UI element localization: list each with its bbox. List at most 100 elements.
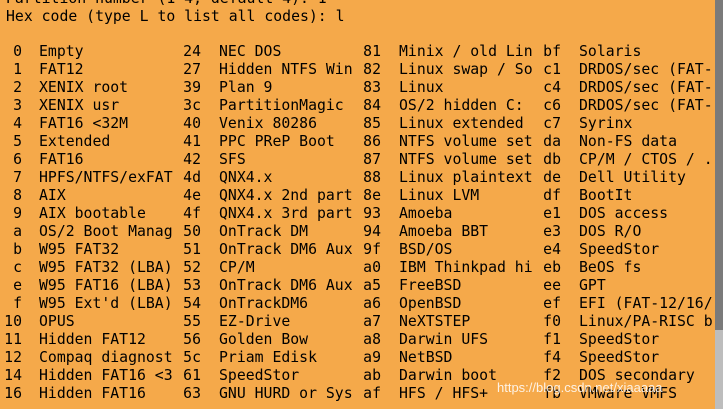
table-row: 9 AIX bootable 4f QNX4.x 3rd part 93 Amoeba e1… (0, 205, 723, 223)
partition-type-name: XENIX usr (39, 97, 120, 114)
partition-code: c7 (543, 115, 561, 132)
partition-type-name: Dell Utility (579, 169, 686, 186)
partition-type-name: W95 FAT16 (LBA) (39, 277, 173, 294)
partition-code: db (543, 151, 561, 168)
partition-code: 11 (4, 331, 22, 348)
table-row: b W95 FAT32 51 OnTrack DM6 Aux 9f BSD/OS e4 Spe… (0, 241, 723, 259)
partition-type-name: DOS access (579, 205, 669, 222)
partition-code: 40 (183, 115, 201, 132)
partition-type-name: Amoeba (399, 205, 453, 222)
table-row: 8 AIX 4e QNX4.x 2nd part 8e Linux LVM df BootIt (0, 187, 723, 205)
partition-type-name: CP/M (219, 259, 255, 276)
vertical-scrollbar[interactable] (715, 0, 723, 409)
partition-code: 3c (183, 97, 201, 114)
table-row: 12 Compaq diagnost 5c Priam Edisk a9 NetBSD f4… (0, 349, 723, 367)
partition-type-name: AIX bootable (39, 205, 146, 222)
partition-code: a (13, 223, 22, 240)
partition-type-name: GPT (579, 277, 606, 294)
partition-code: ef (543, 295, 561, 312)
partition-code: 61 (183, 367, 201, 384)
partition-type-name: Hidden FAT12 (39, 331, 146, 348)
partition-type-name: SFS (219, 151, 246, 168)
partition-type-name: OnTrack DM6 Aux (219, 241, 353, 258)
table-row: 4 FAT16 <32M 40 Venix 80286 85 Linux extended… (0, 115, 723, 133)
partition-code: 4e (183, 187, 201, 204)
partition-type-name: W95 FAT32 (39, 241, 120, 258)
partition-code: 39 (183, 79, 201, 96)
partition-type-name: Linux extended (399, 115, 524, 132)
partition-code: 7 (13, 169, 22, 186)
partition-type-name: FreeBSD (399, 277, 462, 294)
partition-code: c (13, 259, 22, 276)
partition-code: 4 (13, 115, 22, 132)
partition-type-name: EFI (FAT-12/16/ (579, 295, 713, 312)
partition-type-name: NEC DOS (219, 43, 282, 60)
partition-code: da (543, 133, 561, 150)
partition-type-name: OnTrack DM6 Aux (219, 277, 353, 294)
partition-type-name: DRDOS/sec (FAT- (579, 97, 713, 114)
partition-type-name: NTFS volume set (399, 133, 533, 150)
partition-type-name: EZ-Drive (219, 313, 291, 330)
partition-code: 5c (183, 349, 201, 366)
partition-code: 14 (4, 367, 22, 384)
partition-code: e1 (543, 205, 561, 222)
partition-type-name: QNX4.x 3rd part (219, 205, 353, 222)
partition-type-name: W95 FAT32 (LBA) (39, 259, 173, 276)
partition-code: af (363, 385, 381, 402)
partition-type-name: Venix 80286 (219, 115, 317, 132)
partition-type-name: W95 Ext'd (LBA) (39, 295, 173, 312)
partition-code: 87 (363, 151, 381, 168)
partition-code: b (13, 241, 22, 258)
partition-code: 9f (363, 241, 381, 258)
partition-type-name: Hidden FAT16 <3 (39, 367, 173, 384)
partition-type-name: BSD/OS (399, 241, 453, 258)
partition-code: 2 (13, 79, 22, 96)
partition-type-name: OpenBSD (399, 295, 462, 312)
partition-code: 83 (363, 79, 381, 96)
partition-type-name: XENIX root (39, 79, 129, 96)
partition-type-name: OnTrackDM6 (219, 295, 309, 312)
partition-type-name: BootIt (579, 187, 633, 204)
partition-code: 86 (363, 133, 381, 150)
partition-code: 51 (183, 241, 201, 258)
partition-code: e4 (543, 241, 561, 258)
partition-code: 82 (363, 61, 381, 78)
partition-type-name: FAT16 <32M (39, 115, 129, 132)
table-row: 3 XENIX usr 3c PartitionMagic 84 OS/2 hidden … (0, 97, 723, 115)
partition-code: a6 (363, 295, 381, 312)
partition-type-name: OnTrack DM (219, 223, 309, 240)
partition-code: 81 (363, 43, 381, 60)
partition-type-name: Linux (399, 79, 444, 96)
partition-code: de (543, 169, 561, 186)
partition-type-name: OS/2 hidden C: (399, 97, 524, 114)
partition-type-name: OPUS (39, 313, 75, 330)
table-row: c W95 FAT32 (LBA) 52 CP/M a0 IBM Thinkpad hi e… (0, 259, 723, 277)
partition-code: 24 (183, 43, 201, 60)
partition-code: f1 (543, 331, 561, 348)
partition-type-name: Extended (39, 133, 111, 150)
partition-code: 0 (13, 43, 22, 60)
partition-code: f4 (543, 349, 561, 366)
partition-type-name: NetBSD (399, 349, 453, 366)
partition-code: 52 (183, 259, 201, 276)
partition-type-name: FAT12 (39, 61, 84, 78)
table-row: a OS/2 Boot Manag 50 OnTrack DM 94 Amoeba BBT… (0, 223, 723, 241)
partition-type-name: Linux/PA-RISC b (579, 313, 713, 330)
partition-code: a5 (363, 277, 381, 294)
partition-code: 55 (183, 313, 201, 330)
partition-code: e (13, 277, 22, 294)
partition-code: eb (543, 259, 561, 276)
partition-type-name: OS/2 Boot Manag (39, 223, 173, 240)
partition-code: 84 (363, 97, 381, 114)
hex-code-prompt: Hex code (type L to list all codes): l (6, 8, 345, 25)
partition-type-name: Hidden FAT16 (39, 385, 146, 402)
table-row: e W95 FAT16 (LBA) 53 OnTrack DM6 Aux a5 FreeB… (0, 277, 723, 295)
partition-code: 88 (363, 169, 381, 186)
terminal-window[interactable]: Partition number (1-4, default 4): 1 Hex… (0, 0, 723, 409)
partition-code: 63 (183, 385, 201, 402)
partition-code: a9 (363, 349, 381, 366)
partition-code: ee (543, 277, 561, 294)
scrollbar-thumb[interactable] (715, 330, 723, 409)
partition-type-name: Priam Edisk (219, 349, 317, 366)
partition-code: 93 (363, 205, 381, 222)
